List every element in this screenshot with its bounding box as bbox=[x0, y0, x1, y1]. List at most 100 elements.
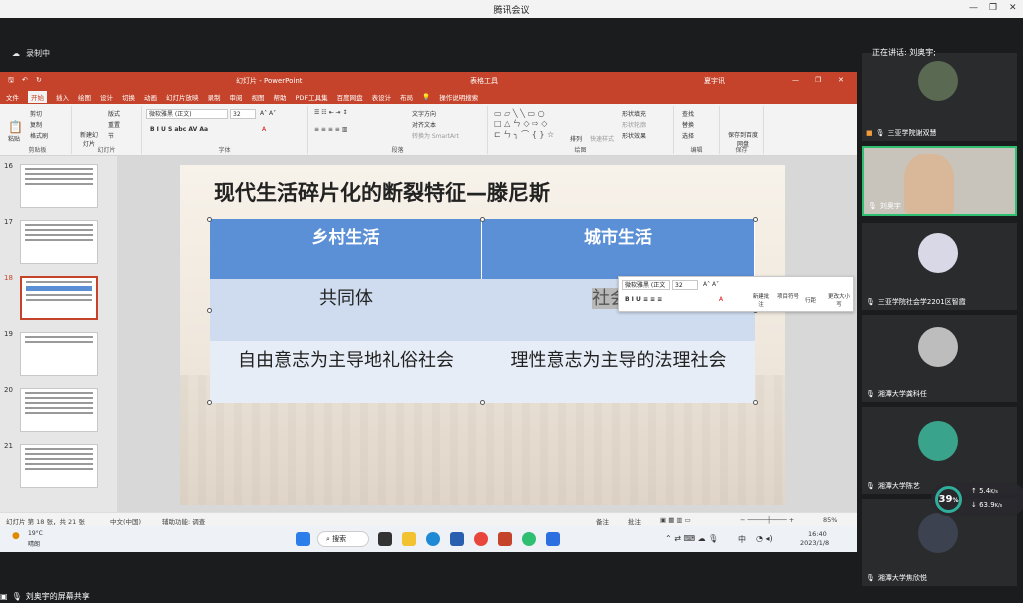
slide-thumbnail[interactable] bbox=[20, 220, 98, 264]
grow-font-icon[interactable]: A˄ A˅ bbox=[703, 281, 719, 288]
shapes-gallery[interactable]: ▭ ▱ ╲ ╲ ▭ ○ □ △ ㄣ ◇ ⇨ ◇ ⊏ ㄣ ╮ ⌒ { } ☆ bbox=[494, 109, 554, 140]
select-button[interactable]: 选择 bbox=[682, 131, 694, 140]
table-cell[interactable]: 自由意志为主导地礼俗社会 bbox=[210, 341, 482, 403]
reset-button[interactable]: 重置 bbox=[108, 120, 120, 129]
slide-thumbnail[interactable] bbox=[20, 332, 98, 376]
start-icon[interactable] bbox=[296, 532, 310, 546]
undo-icon[interactable]: ↶ bbox=[22, 76, 28, 84]
participant-tile[interactable]: 🎙 三亚学院社会学2201区智霞 bbox=[862, 223, 1017, 310]
resize-handle[interactable] bbox=[207, 217, 212, 222]
restore-icon[interactable]: ❐ bbox=[989, 3, 997, 13]
network-widget[interactable]: 39% ↑ 5.4K/s ↓ 63.9K/s bbox=[931, 482, 1023, 516]
mini-format-buttons[interactable]: B I U ≡ ≡ ≡ bbox=[625, 296, 662, 303]
restore-icon[interactable]: ❐ bbox=[815, 76, 821, 84]
participant-tile[interactable]: 🎙 湘潭大学陈艺 bbox=[862, 407, 1017, 494]
tab-view[interactable]: 视图 bbox=[252, 92, 265, 102]
arrange-button[interactable]: 排列 bbox=[570, 134, 582, 143]
font-size-select[interactable]: 32 bbox=[230, 109, 256, 119]
accessibility-indicator[interactable]: 辅助功能: 调查 bbox=[162, 516, 205, 526]
file-explorer-icon[interactable] bbox=[402, 532, 416, 546]
tab-slideshow[interactable]: 幻灯片放映 bbox=[166, 92, 199, 102]
tencent-meeting-icon[interactable] bbox=[546, 532, 560, 546]
comments-button[interactable]: 批注 bbox=[628, 516, 641, 526]
tab-design[interactable]: 设计 bbox=[100, 92, 113, 102]
clock-time[interactable]: 16:40 bbox=[808, 530, 827, 538]
language-indicator[interactable]: 中文(中国) bbox=[110, 516, 141, 526]
align-text-button[interactable]: 对齐文本 bbox=[412, 120, 436, 129]
zoom-slider[interactable]: − ─────┼──── + bbox=[740, 516, 794, 524]
redo-icon[interactable]: ↻ bbox=[36, 76, 42, 84]
close-icon[interactable]: ✕ bbox=[1009, 3, 1017, 13]
tray-icons[interactable]: ⌃ ⇄ ⌨ ☁ 🎙 bbox=[665, 534, 718, 543]
resize-handle[interactable] bbox=[480, 217, 485, 222]
resize-handle[interactable] bbox=[753, 217, 758, 222]
paste-icon[interactable]: 📋 bbox=[8, 120, 23, 134]
slide-thumbnail[interactable] bbox=[20, 444, 98, 488]
task-view-icon[interactable] bbox=[378, 532, 392, 546]
weather-temp[interactable]: 19°C bbox=[28, 530, 43, 537]
shape-effects-button[interactable]: 形状效果 bbox=[622, 131, 646, 140]
font-color-icon[interactable]: A bbox=[262, 126, 266, 133]
table-header-cell[interactable]: 城市生活 bbox=[482, 219, 755, 279]
wifi-icon[interactable]: ◔ ◂) bbox=[756, 534, 773, 543]
tab-home[interactable]: 开始 bbox=[28, 91, 47, 103]
align-icons[interactable]: ≡ ≡ ≡ ≡ ▥ bbox=[314, 126, 347, 133]
notes-button[interactable]: 备注 bbox=[596, 516, 609, 526]
resize-handle[interactable] bbox=[207, 308, 212, 313]
participant-tile[interactable]: ■ 🎙 三亚学院谢双慧 bbox=[862, 53, 1017, 141]
taskbar-search[interactable]: ⌕ 搜索 bbox=[317, 531, 369, 547]
cut-button[interactable]: 剪切 bbox=[30, 109, 42, 118]
resize-handle[interactable] bbox=[753, 400, 758, 405]
copy-button[interactable]: 复制 bbox=[30, 120, 42, 129]
font-format-buttons[interactable]: B I U S abc AV Aa bbox=[150, 126, 208, 133]
table-header-cell[interactable]: 乡村生活 bbox=[210, 219, 482, 279]
minimize-icon[interactable]: — bbox=[792, 76, 799, 84]
tab-record[interactable]: 录制 bbox=[208, 92, 221, 102]
current-slide[interactable]: 现代生活碎片化的断裂特征—滕尼斯 乡村生活 城市生活 共同体 社会 自由意志为主… bbox=[180, 165, 785, 505]
slide-thumbnail[interactable] bbox=[20, 164, 98, 208]
format-painter-button[interactable]: 格式刷 bbox=[30, 131, 48, 140]
powerpoint-icon[interactable] bbox=[498, 532, 512, 546]
tab-file[interactable]: 文件 bbox=[6, 92, 19, 102]
chrome-icon[interactable] bbox=[474, 532, 488, 546]
shape-fill-button[interactable]: 形状填充 bbox=[622, 109, 646, 118]
tell-me-search[interactable]: 操作说明搜索 bbox=[439, 92, 478, 102]
list-icons[interactable]: ☰ ☷ ⇤ ⇥ ↕ bbox=[314, 109, 347, 116]
mini-font-select[interactable]: 微软雅黑 (正文 bbox=[622, 280, 670, 290]
resize-handle[interactable] bbox=[480, 400, 485, 405]
close-icon[interactable]: ✕ bbox=[838, 76, 844, 84]
tab-baidu[interactable]: 百度网盘 bbox=[337, 92, 363, 102]
tab-insert[interactable]: 插入 bbox=[56, 92, 69, 102]
paste-button[interactable]: 粘贴 bbox=[8, 134, 20, 143]
resize-handle[interactable] bbox=[207, 400, 212, 405]
font-color-icon[interactable]: A bbox=[719, 296, 723, 303]
change-case-button[interactable]: 更改大小写 bbox=[827, 292, 851, 308]
edge-icon[interactable] bbox=[426, 532, 440, 546]
participant-tile[interactable]: 🎙 湘潭大学龚科任 bbox=[862, 315, 1017, 402]
bullets-button[interactable]: 项目符号 bbox=[777, 292, 799, 300]
new-comment-button[interactable]: 新建批注 bbox=[751, 292, 771, 308]
view-buttons[interactable]: ▣ ▦ ▥ ▭ bbox=[660, 516, 691, 524]
smartart-button[interactable]: 转换为 SmartArt bbox=[412, 131, 459, 140]
tab-layout[interactable]: 布局 bbox=[400, 92, 413, 102]
recording-indicator[interactable]: ☁ 录制中 bbox=[12, 46, 50, 60]
zoom-level[interactable]: 85% bbox=[823, 516, 837, 524]
mini-size-select[interactable]: 32 bbox=[672, 280, 698, 290]
save-icon[interactable]: 🖫 bbox=[8, 76, 14, 87]
wechat-icon[interactable] bbox=[522, 532, 536, 546]
replace-button[interactable]: 替换 bbox=[682, 120, 694, 129]
layout-button[interactable]: 版式 bbox=[108, 109, 120, 118]
section-button[interactable]: 节 bbox=[108, 131, 114, 140]
tab-transitions[interactable]: 切换 bbox=[122, 92, 135, 102]
tab-help[interactable]: 帮助 bbox=[274, 92, 287, 102]
table-cell[interactable]: 共同体 bbox=[210, 279, 482, 341]
tab-animations[interactable]: 动画 bbox=[144, 92, 157, 102]
ime-indicator[interactable]: 中 bbox=[738, 534, 746, 545]
clock-date[interactable]: 2023/1/8 bbox=[800, 539, 829, 547]
tab-draw[interactable]: 绘图 bbox=[78, 92, 91, 102]
tab-review[interactable]: 审阅 bbox=[230, 92, 243, 102]
tab-table-design[interactable]: 表设计 bbox=[372, 92, 392, 102]
slide-thumbnail-selected[interactable] bbox=[20, 276, 98, 320]
participant-tile-active[interactable]: 🎙 刘奥宇 bbox=[862, 146, 1017, 216]
font-name-select[interactable]: 微软雅黑 (正文) bbox=[146, 109, 228, 119]
